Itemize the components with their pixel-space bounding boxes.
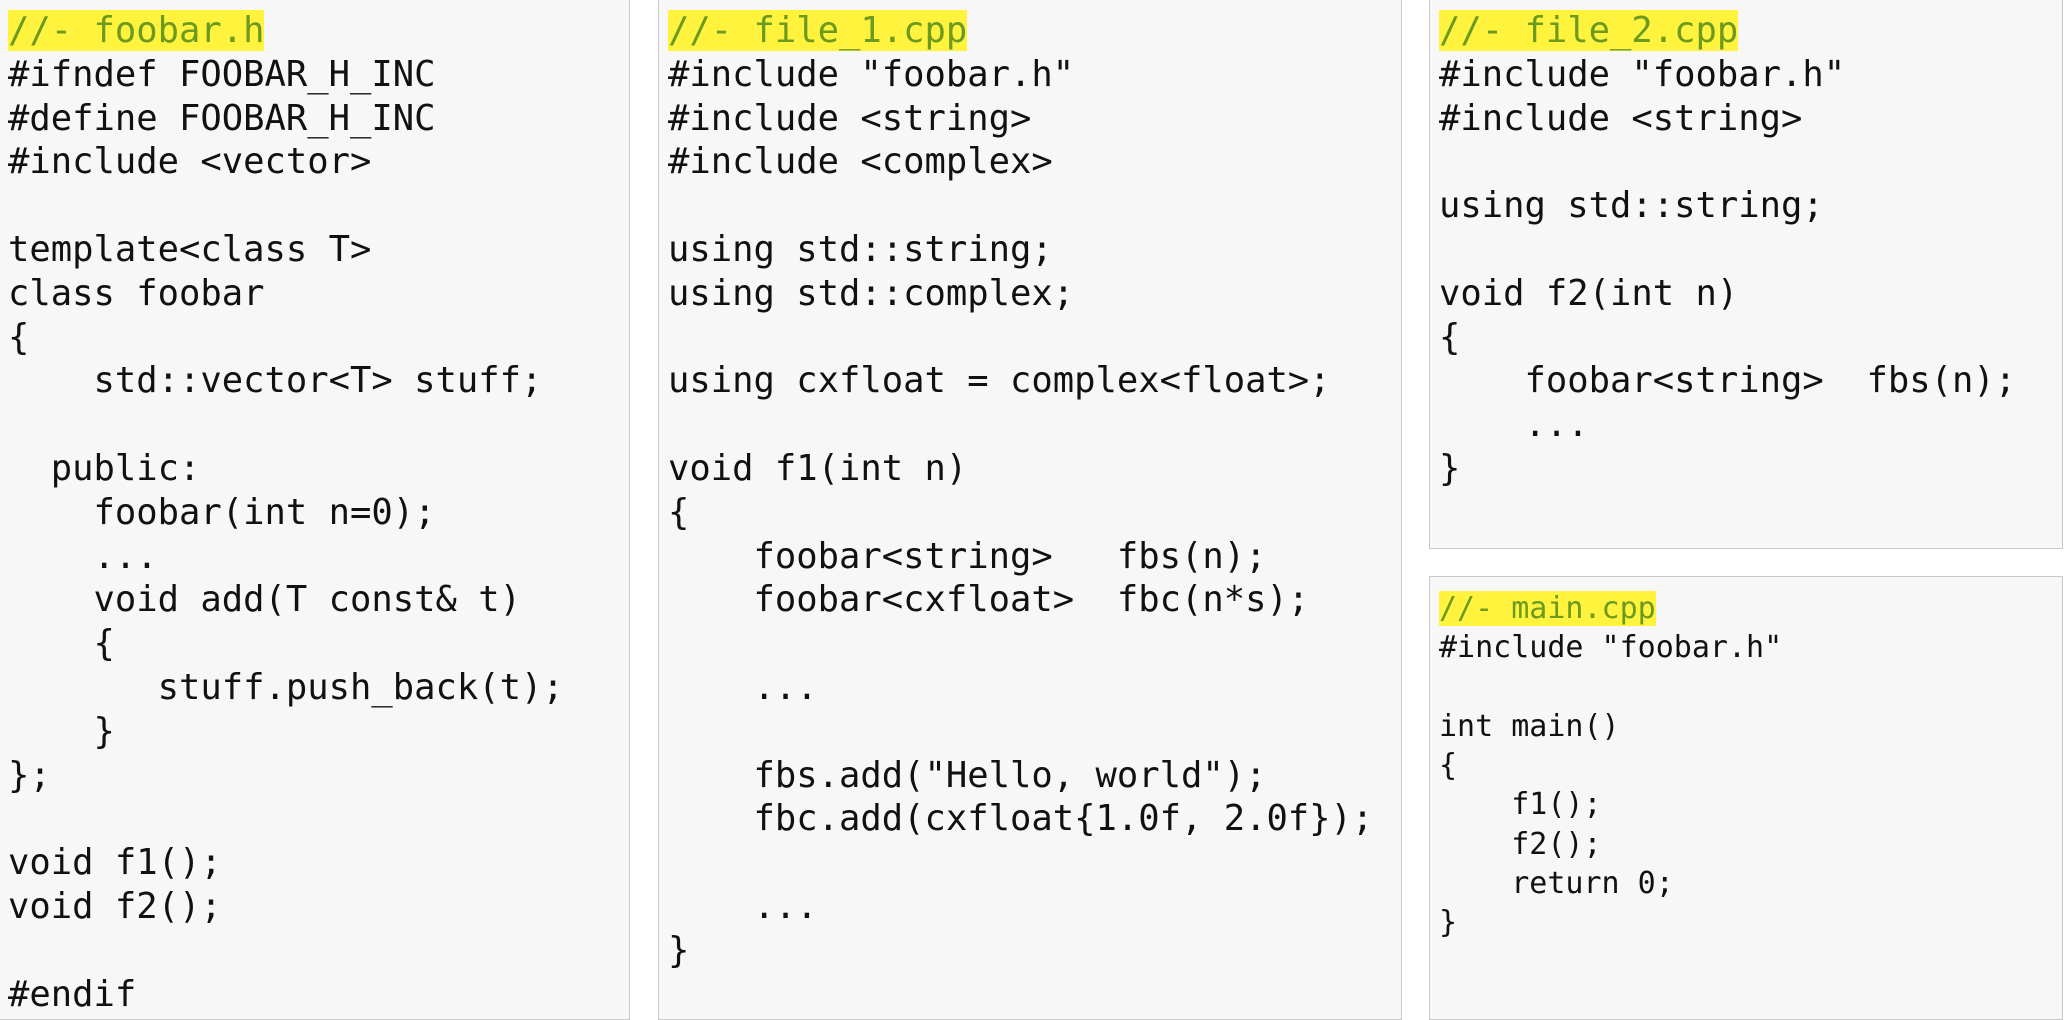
code-body: #ifndef FOOBAR_H_INC #define FOOBAR_H_IN… [8, 53, 564, 1015]
code-body: #include "foobar.h" #include <string> us… [1439, 53, 2017, 489]
code-body: #include "foobar.h" int main() { f1(); f… [1439, 630, 1783, 941]
code-panel-file-1-cpp: //- file_1.cpp #include "foobar.h" #incl… [658, 0, 1402, 1020]
code-block: //- foobar.h #ifndef FOOBAR_H_INC #defin… [8, 9, 564, 1016]
code-block: //- file_1.cpp #include "foobar.h" #incl… [668, 9, 1373, 973]
code-panel-file-2-cpp: //- file_2.cpp #include "foobar.h" #incl… [1429, 0, 2063, 549]
code-block: //- file_2.cpp #include "foobar.h" #incl… [1439, 9, 2016, 491]
code-body: #include "foobar.h" #include <string> #i… [668, 53, 1374, 971]
file-title: //- file_2.cpp [1439, 10, 1739, 51]
file-title: //- main.cpp [1439, 591, 1656, 626]
code-panel-foobar-h: //- foobar.h #ifndef FOOBAR_H_INC #defin… [0, 0, 630, 1020]
file-title: //- file_1.cpp [668, 10, 968, 51]
file-title: //- foobar.h [8, 10, 265, 51]
code-block: //- main.cpp #include "foobar.h" int mai… [1439, 589, 1782, 943]
code-panel-main-cpp: //- main.cpp #include "foobar.h" int mai… [1429, 576, 2063, 1020]
